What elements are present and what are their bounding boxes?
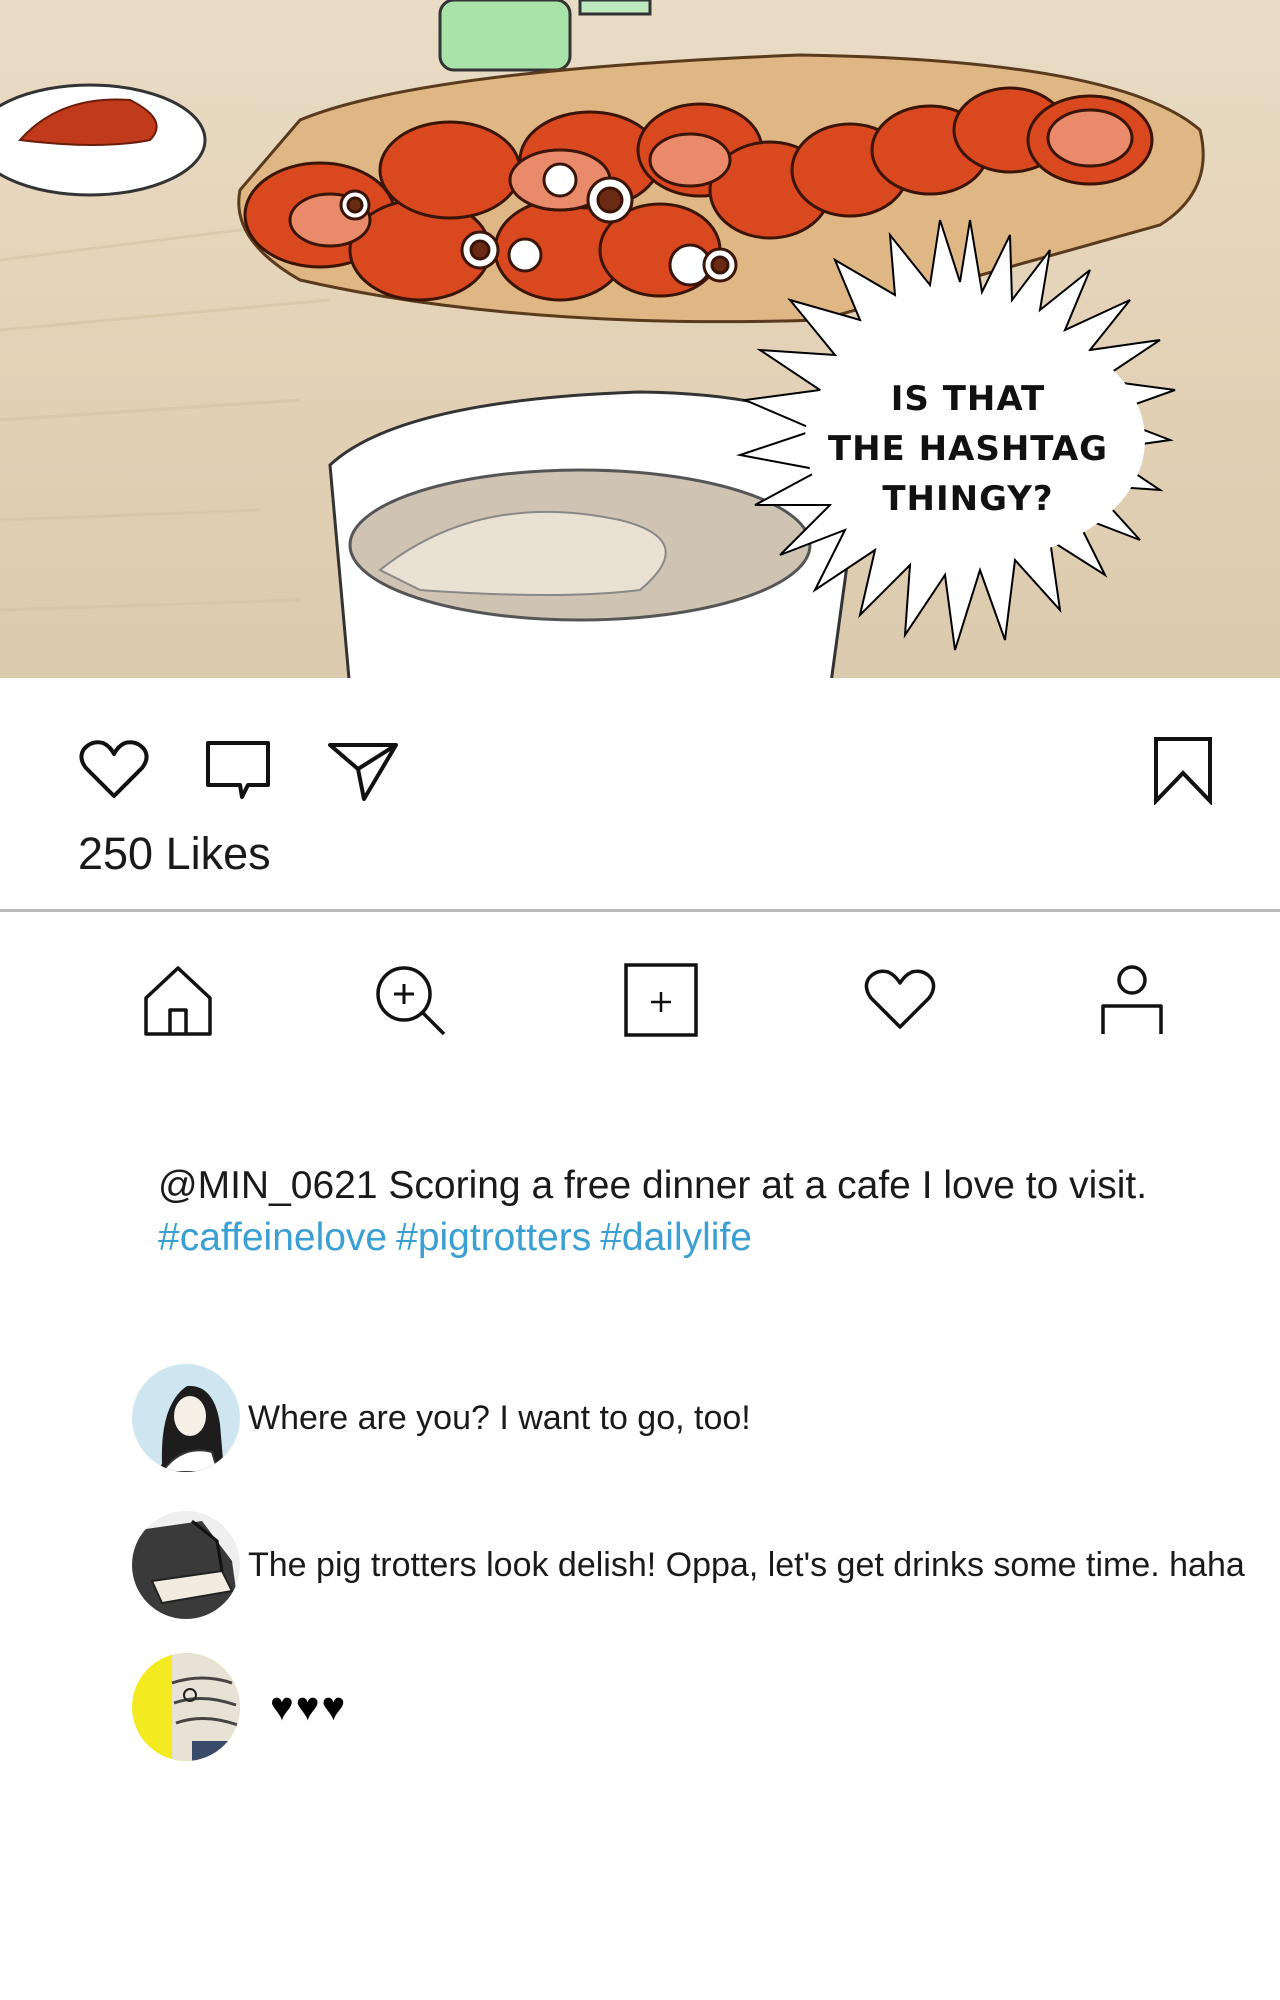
search-icon <box>376 966 446 1036</box>
comment-button[interactable] <box>198 730 278 810</box>
share-button[interactable] <box>323 730 403 810</box>
speech-line: THE HASHTAG <box>827 429 1109 469</box>
nav-add-post[interactable] <box>611 950 711 1050</box>
post-caption: @MIN_0621 Scoring a free dinner at a caf… <box>158 1160 1218 1264</box>
hashtag-link[interactable]: #caffeinelove <box>158 1216 387 1259</box>
speech-line: THINGY? <box>882 479 1054 519</box>
caption-text: Scoring a free dinner at a cafe I love t… <box>388 1164 1148 1207</box>
comment-item: Where are you? I want to go, too! <box>132 1363 1280 1473</box>
likes-count[interactable]: 250 Likes <box>78 828 271 880</box>
comment-hearts: ♥♥♥ <box>270 1684 348 1729</box>
post-actions: 250 Likes <box>0 678 1280 910</box>
divider <box>0 909 1280 912</box>
heart-outline-icon <box>79 740 149 798</box>
hashtag-link[interactable]: #dailylife <box>600 1216 752 1259</box>
comment-icon <box>206 741 270 799</box>
speech-line: IS THAT <box>890 379 1046 419</box>
comment-text: The pig trotters look delish! Oppa, let'… <box>248 1545 1245 1584</box>
bottom-nav <box>0 950 1280 1060</box>
nav-search[interactable] <box>360 950 460 1050</box>
nav-activity[interactable] <box>850 950 950 1050</box>
bookmark-icon <box>1154 737 1212 805</box>
comment-text: Where are you? I want to go, too! <box>248 1398 751 1437</box>
user-avatar-icon <box>132 1653 240 1761</box>
post-image[interactable]: IS THAT THE HASHTAG THINGY? <box>0 0 1280 678</box>
comment-item: ♥♥♥ <box>132 1652 1280 1762</box>
user-avatar-icon <box>132 1364 240 1472</box>
avatar[interactable] <box>132 1364 240 1472</box>
home-icon <box>144 966 212 1036</box>
comment-item: The pig trotters look delish! Oppa, let'… <box>132 1510 1280 1620</box>
add-post-icon <box>624 963 698 1037</box>
activity-heart-icon <box>864 969 936 1029</box>
bookmark-button[interactable] <box>1143 730 1223 810</box>
user-avatar-icon <box>132 1511 240 1619</box>
caption-hashtags: #caffeinelove #pigtrotters #dailylife <box>158 1212 1218 1264</box>
nav-profile[interactable] <box>1082 950 1182 1050</box>
speech-bubble-text: IS THAT THE HASHTAG THINGY? <box>818 374 1118 524</box>
avatar[interactable] <box>132 1511 240 1619</box>
food-illustration <box>0 0 1205 678</box>
nav-home[interactable] <box>128 950 228 1050</box>
hashtag-link[interactable]: #pigtrotters <box>396 1216 591 1259</box>
profile-icon <box>1101 965 1163 1034</box>
caption-line: @MIN_0621 Scoring a free dinner at a caf… <box>158 1160 1218 1212</box>
like-button[interactable] <box>74 730 154 810</box>
send-icon <box>328 743 398 801</box>
avatar[interactable] <box>132 1653 240 1761</box>
caption-username[interactable]: @MIN_0621 <box>158 1164 378 1207</box>
